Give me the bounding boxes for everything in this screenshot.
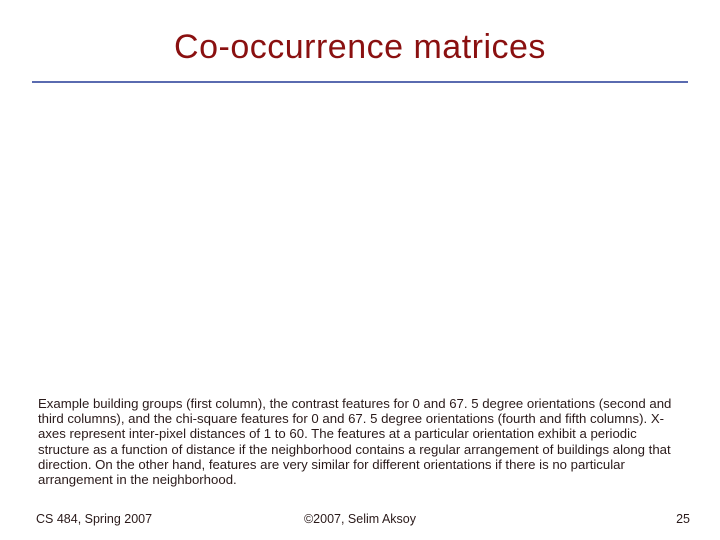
- title-divider: [32, 81, 688, 83]
- slide-title: Co-occurrence matrices: [0, 0, 720, 67]
- slide: Co-occurrence matrices Example building …: [0, 0, 720, 540]
- slide-body-text: Example building groups (first column), …: [38, 396, 688, 487]
- footer-right: 25: [676, 512, 690, 526]
- footer-center: ©2007, Selim Aksoy: [0, 512, 720, 526]
